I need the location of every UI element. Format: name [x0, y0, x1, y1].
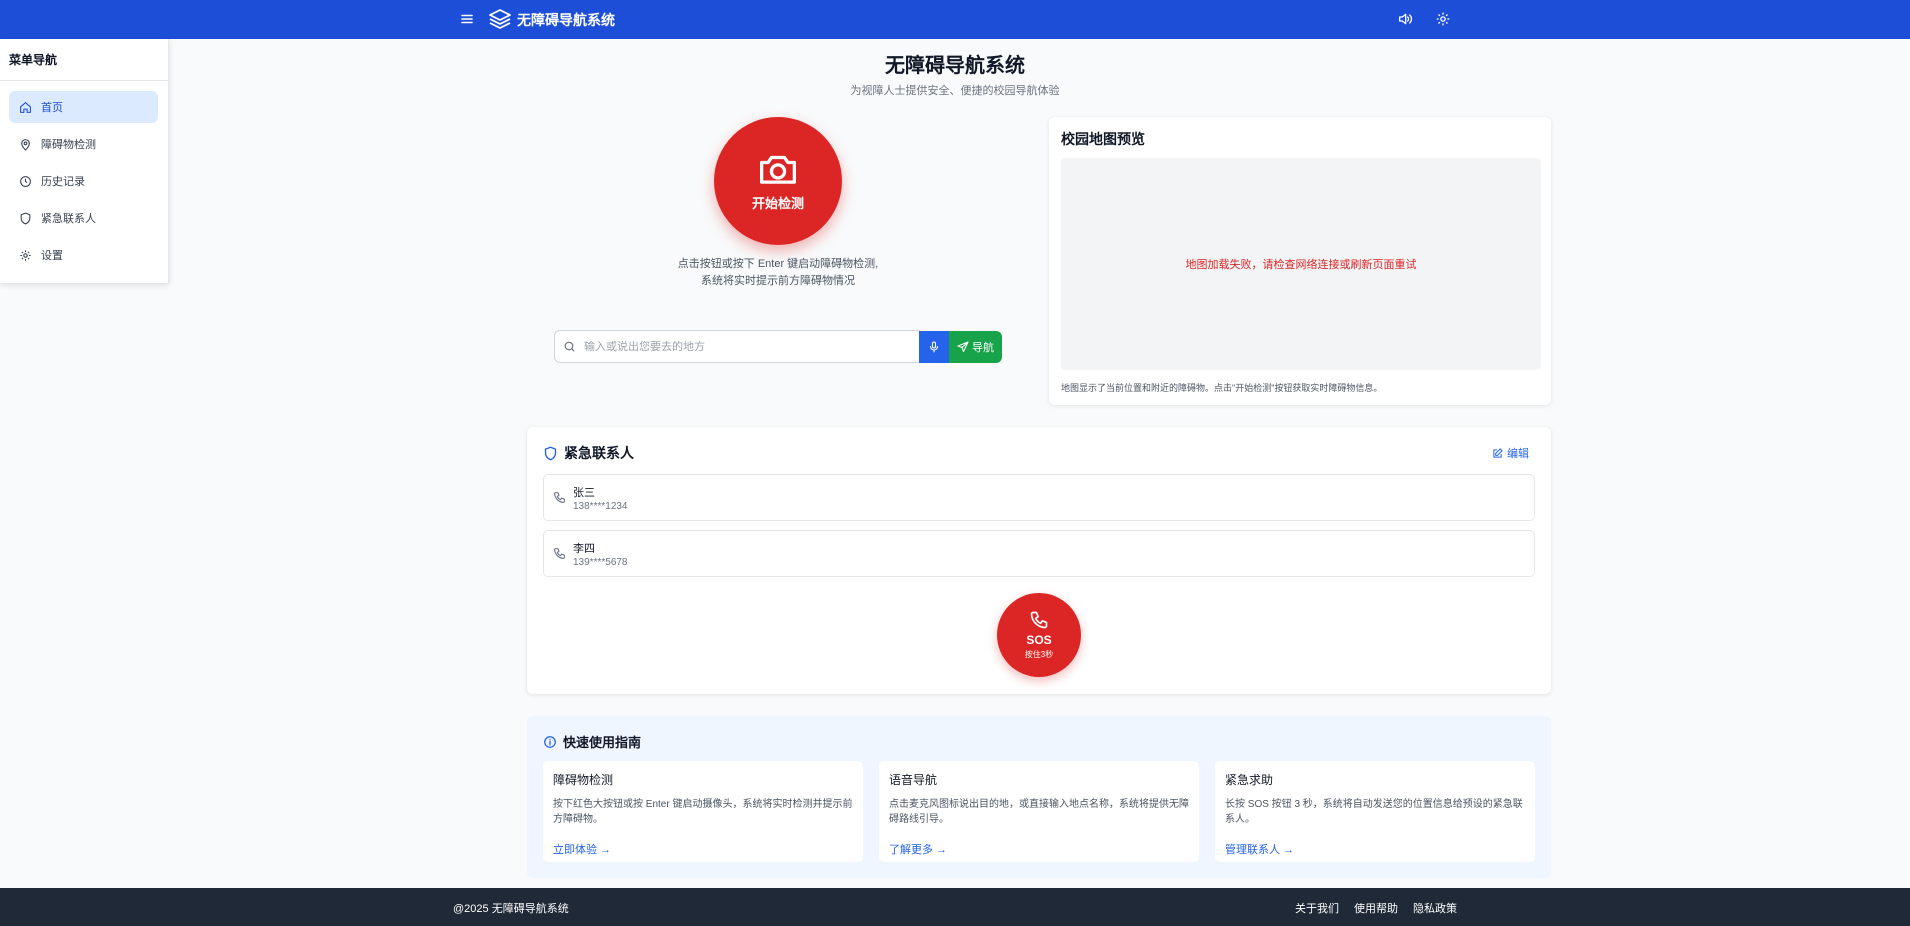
- guide-card-title: 紧急求助: [1225, 773, 1274, 787]
- contact-text: 张三 138****1234: [573, 484, 628, 512]
- sidebar-item-history[interactable]: 历史记录: [9, 165, 158, 197]
- guide-card-emergency: 紧急求助 长按 SOS 按钮 3 秒，系统将自动发送您的位置信息给预设的紧急联系…: [1215, 761, 1535, 862]
- clock-icon: [20, 175, 31, 187]
- gear-icon: [1436, 12, 1450, 26]
- voice-input-button[interactable]: [919, 331, 949, 363]
- map-error-message: 地图加载失败，请检查网络连接或刷新页面重试: [1185, 259, 1417, 271]
- guide-card-desc: 按下红色大按钮或按 Enter 键启动摄像头，系统将实时检测并提示前方障碍物。: [553, 799, 853, 825]
- guide-card-title: 障碍物检测: [553, 773, 614, 787]
- navigate-label: 导航: [972, 342, 994, 354]
- start-detection-label: 开始检测: [751, 195, 804, 211]
- speaker-icon: [1399, 13, 1413, 25]
- guide-header: 快速使用指南: [543, 732, 641, 751]
- guide-card-desc: 点击麦克风图标说出目的地，或直接输入地点名称，系统将提供无障碍路线引导。: [889, 799, 1189, 825]
- map-title: 校园地图预览: [1061, 131, 1145, 147]
- contact-phone: 139****5678: [573, 556, 628, 568]
- contact-phone: 138****1234: [573, 500, 628, 512]
- app-title: 无障碍导航系统: [517, 12, 615, 28]
- guide-card-title: 语音导航: [889, 773, 938, 787]
- footer-link-about[interactable]: 关于我们: [1295, 900, 1339, 916]
- campus-map-card: 校园地图预览 地图加载失败，请检查网络连接或刷新页面重试 地图显示了当前位置和附…: [1049, 117, 1551, 405]
- quick-guide-section: 快速使用指南 障碍物检测 按下红色大按钮或按 Enter 键启动摄像头，系统将实…: [527, 716, 1551, 878]
- footer-copyright: @2025 无障碍导航系统: [453, 903, 569, 915]
- sidebar-item-label: 障碍物检测: [41, 139, 96, 151]
- sos-label: SOS: [1026, 633, 1052, 647]
- edit-label: 编辑: [1507, 448, 1529, 460]
- page-title: 无障碍导航系统: [885, 55, 1025, 77]
- sidebar-item-label: 设置: [41, 250, 63, 262]
- start-detection-button[interactable]: 开始检测: [714, 117, 842, 245]
- camera-icon: [760, 155, 796, 184]
- guide-card-obstacle: 障碍物检测 按下红色大按钮或按 Enter 键启动摄像头，系统将实时检测并提示前…: [543, 761, 863, 862]
- sidebar-item-emergency-contacts[interactable]: 紧急联系人: [9, 202, 158, 234]
- home-icon: [20, 101, 31, 113]
- edit-contacts-button[interactable]: 编辑: [1492, 445, 1529, 461]
- contacts-header: 紧急联系人: [543, 443, 634, 463]
- footer: @2025 无障碍导航系统 关于我们 使用帮助 隐私政策: [0, 888, 1910, 926]
- guide-card-link[interactable]: 了解更多 →: [889, 841, 947, 857]
- contact-row[interactable]: 李四 139****5678: [543, 530, 1535, 577]
- detection-hint-line: 点击按钮或按下 Enter 键启动障碍物检测,: [677, 258, 879, 270]
- settings-button[interactable]: [1432, 8, 1454, 30]
- shield-icon: [544, 446, 557, 460]
- destination-input[interactable]: [584, 340, 920, 353]
- top-navbar: 无障碍导航系统: [0, 0, 1910, 39]
- phone-icon: [554, 548, 565, 559]
- menu-toggle-button[interactable]: [456, 8, 478, 30]
- phone-icon: [1030, 611, 1048, 629]
- phone-icon: [554, 492, 565, 503]
- microphone-icon: [929, 341, 939, 353]
- guide-card-link[interactable]: 立即体验 →: [553, 841, 611, 857]
- page-subtitle: 为视障人士提供安全、便捷的校园导航体验: [850, 85, 1060, 97]
- footer-link-privacy[interactable]: 隐私政策: [1413, 900, 1457, 916]
- sidebar-item-settings[interactable]: 设置: [9, 239, 158, 271]
- map-pin-icon: [21, 138, 30, 151]
- sidebar-item-label: 紧急联系人: [41, 213, 96, 225]
- emergency-contacts-card: 紧急联系人 编辑 张三 138****1234 李四 139****5678 S…: [527, 427, 1551, 694]
- map-note: 地图显示了当前位置和附近的障碍物。点击"开始检测"按钮获取实时障碍物信息。: [1061, 383, 1383, 393]
- sos-button[interactable]: SOS 按住3秒: [997, 593, 1081, 677]
- sidebar-item-label: 首页: [41, 102, 63, 114]
- map-area[interactable]: 地图加载失败，请检查网络连接或刷新页面重试: [1061, 158, 1541, 370]
- edit-icon: [1493, 447, 1503, 458]
- detection-hint-line: 系统将实时提示前方障碍物情况: [701, 275, 855, 287]
- info-icon: [544, 735, 556, 748]
- hamburger-icon: [461, 14, 473, 24]
- voice-toggle-button[interactable]: [1394, 8, 1416, 30]
- layers-logo-icon: [489, 9, 511, 29]
- sidebar-item-label: 历史记录: [41, 176, 85, 188]
- search-icon: [564, 341, 575, 352]
- contact-name: 张三: [573, 486, 595, 499]
- detection-hint: 点击按钮或按下 Enter 键启动障碍物检测, 系统将实时提示前方障碍物情况: [640, 256, 916, 290]
- contact-name: 李四: [573, 542, 595, 555]
- shield-icon: [20, 212, 31, 224]
- send-arrow-icon: [957, 341, 969, 353]
- sidebar-item-obstacle-detection[interactable]: 障碍物检测: [9, 128, 158, 160]
- guide-card-voice: 语音导航 点击麦克风图标说出目的地，或直接输入地点名称，系统将提供无障碍路线引导…: [879, 761, 1199, 862]
- contact-text: 李四 139****5678: [573, 540, 628, 568]
- destination-search: [554, 330, 920, 363]
- navigate-button[interactable]: 导航: [949, 331, 1002, 363]
- contact-row[interactable]: 张三 138****1234: [543, 474, 1535, 521]
- guide-card-link[interactable]: 管理联系人 →: [1225, 841, 1294, 857]
- guide-title: 快速使用指南: [563, 735, 642, 750]
- contacts-title: 紧急联系人: [564, 445, 634, 461]
- gear-icon: [20, 249, 31, 261]
- guide-card-desc: 长按 SOS 按钮 3 秒，系统将自动发送您的位置信息给预设的紧急联系人。: [1225, 799, 1523, 825]
- footer-link-help[interactable]: 使用帮助: [1354, 900, 1398, 916]
- sos-hint: 按住3秒: [1024, 650, 1054, 659]
